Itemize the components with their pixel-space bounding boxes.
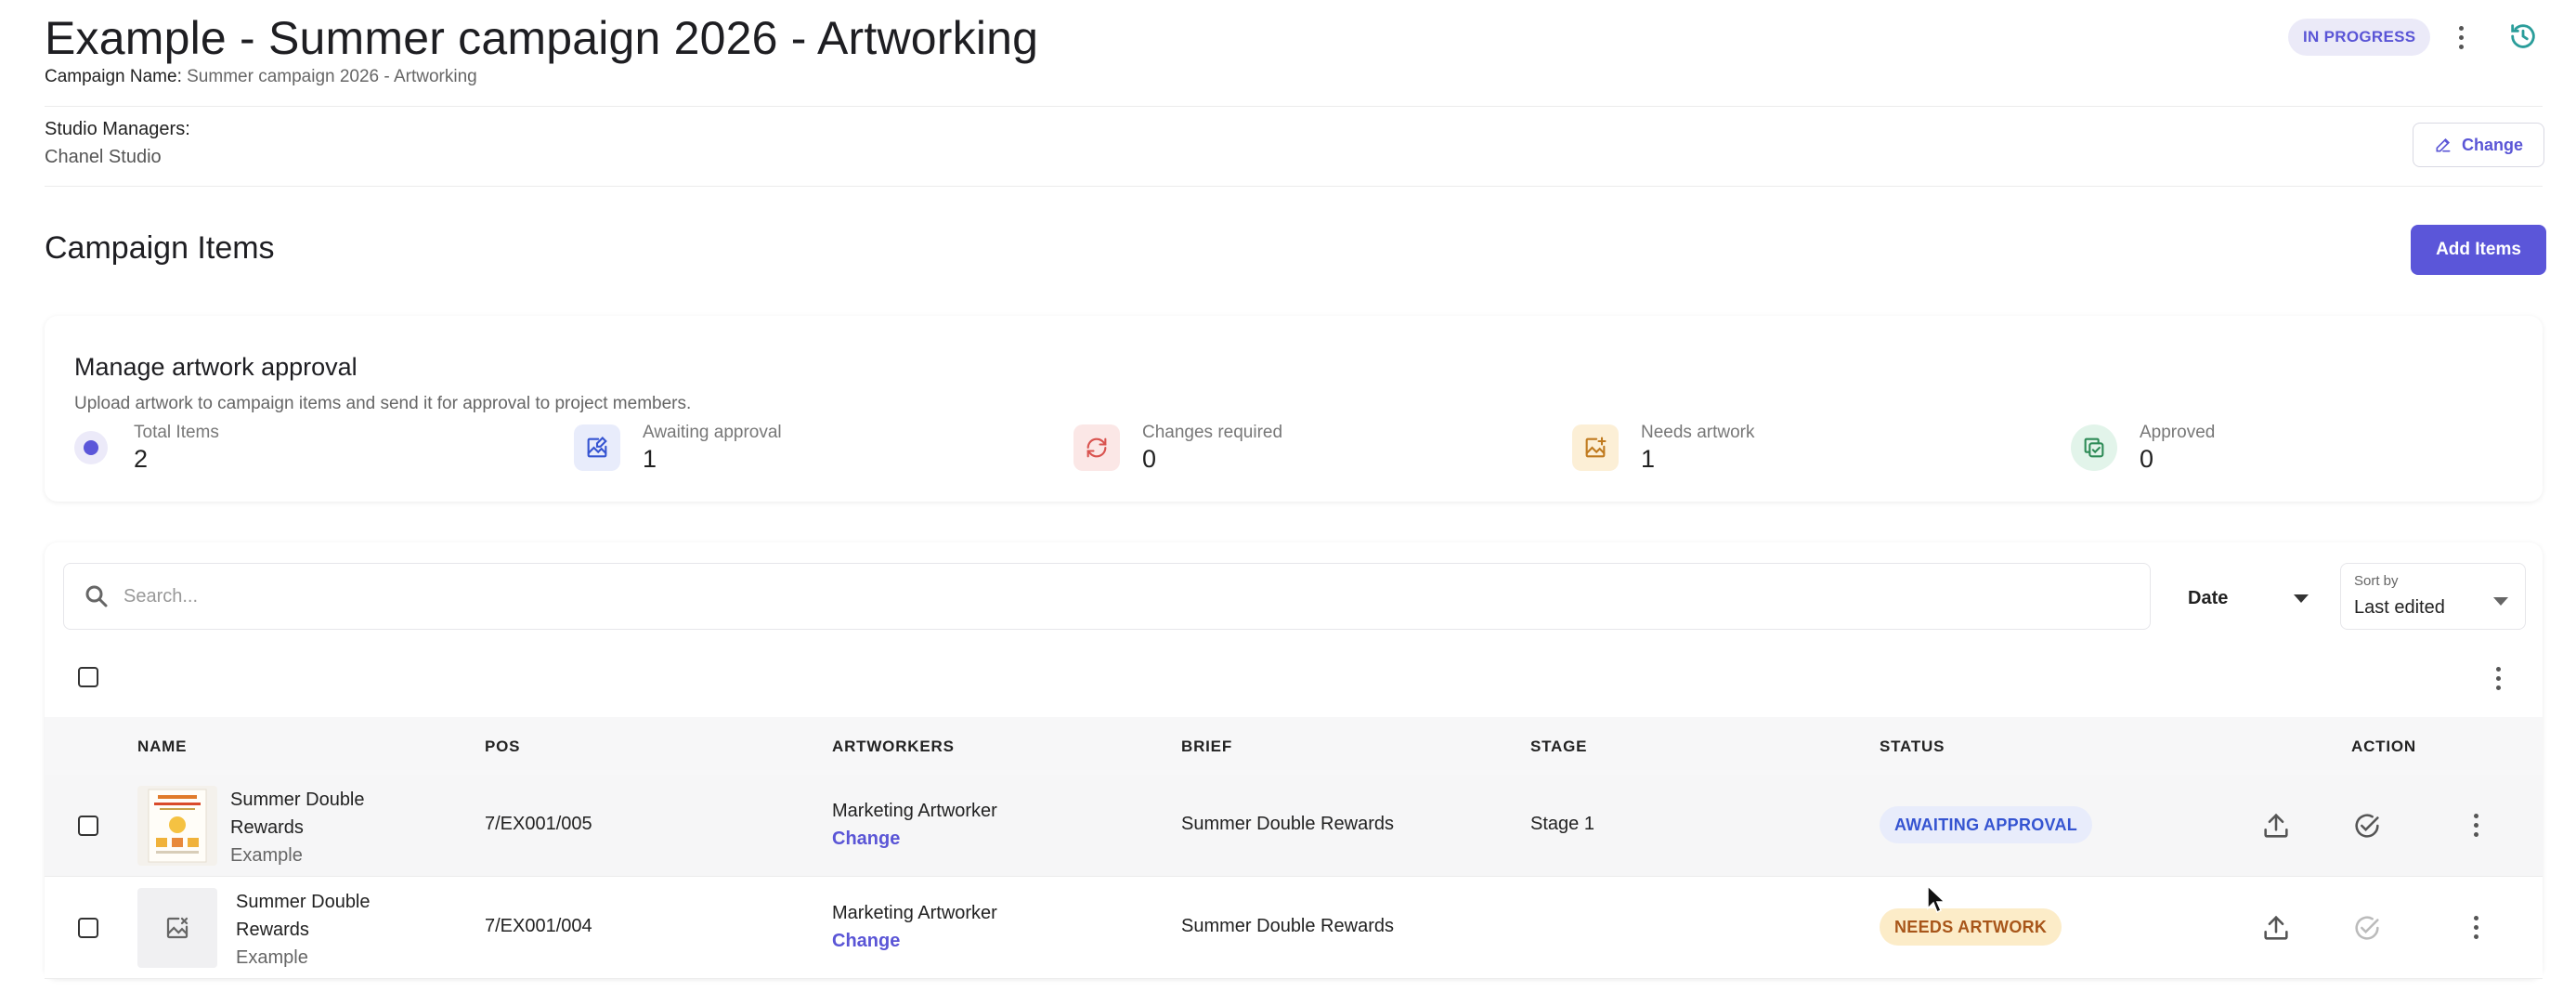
upload-icon[interactable] [2260, 912, 2292, 944]
approval-title: Manage artwork approval [74, 353, 358, 381]
divider [45, 106, 2543, 107]
stat-value: 1 [1641, 444, 1656, 473]
column-header-action: ACTION [2351, 737, 2416, 755]
stat-label: Awaiting approval [643, 422, 782, 442]
studio-managers-label: Studio Managers: [45, 119, 190, 139]
no-image-thumbnail[interactable] [137, 888, 217, 968]
row-checkbox[interactable] [78, 816, 98, 836]
item-pos: 7/EX001/005 [485, 814, 592, 834]
artworker-name: Marketing Artworker [832, 903, 997, 923]
item-subtitle: Example [236, 947, 308, 968]
stat-needs-artwork[interactable]: Needs artwork 1 [1572, 420, 1755, 476]
campaign-name-value: Summer campaign 2026 - Artworking [187, 67, 477, 86]
copy-check-icon [2071, 424, 2117, 471]
stat-changes-required[interactable]: Changes required 0 [1073, 420, 1282, 476]
mouse-cursor-icon [1927, 884, 1946, 914]
change-artworker-link[interactable]: Change [832, 825, 997, 853]
artwork-thumbnail[interactable] [137, 786, 217, 866]
column-header-status[interactable]: STATUS [1880, 737, 1945, 756]
search-placeholder: Search... [124, 585, 199, 607]
stat-awaiting-approval[interactable]: Awaiting approval 1 [574, 420, 782, 476]
stat-value: 2 [134, 444, 149, 473]
column-header-brief[interactable]: BRIEF [1181, 737, 1232, 756]
approve-check-icon [2355, 916, 2379, 940]
item-subtitle: Example [230, 845, 303, 866]
approve-check-icon[interactable] [2351, 810, 2383, 842]
row-more-options-icon[interactable] [2466, 908, 2485, 946]
column-header-pos[interactable]: POS [485, 737, 520, 756]
row-more-options-icon[interactable] [2466, 806, 2485, 843]
upload-icon[interactable] [2260, 810, 2292, 842]
date-filter-label: Date [2188, 587, 2229, 608]
status-badge: NEEDS ARTWORK [1880, 908, 2062, 946]
sort-caption: Sort by [2354, 573, 2399, 589]
stat-approved[interactable]: Approved 0 [2071, 420, 2215, 476]
history-clock-icon[interactable] [2507, 20, 2539, 52]
stat-total-items[interactable]: Total Items 2 [74, 420, 219, 476]
stat-value: 0 [1142, 444, 1157, 473]
table-header: NAME POS ARTWORKERS BRIEF STAGE STATUS A… [45, 717, 2543, 775]
search-icon [85, 585, 108, 607]
item-name[interactable]: Summer Double Rewards Example [236, 888, 403, 972]
sort-value: Last edited [2354, 597, 2445, 618]
stat-label: Total Items [134, 422, 219, 442]
date-filter-dropdown[interactable]: Date [2188, 580, 2309, 617]
dropdown-arrow-icon [2493, 597, 2508, 606]
artwork-approval-card: Manage artwork approval Upload artwork t… [45, 316, 2543, 502]
stat-label: Changes required [1142, 422, 1283, 442]
campaign-status-badge: IN PROGRESS [2288, 19, 2431, 56]
image-edit-icon [574, 424, 620, 471]
divider [45, 186, 2543, 187]
column-header-name[interactable]: NAME [137, 737, 187, 756]
image-add-icon [1572, 424, 1619, 471]
item-brief: Summer Double Rewards [1181, 814, 1394, 834]
column-header-stage[interactable]: STAGE [1530, 737, 1587, 756]
item-title: Summer Double Rewards [230, 790, 365, 838]
studio-managers-value: Chanel Studio [45, 147, 162, 167]
item-artworkers: Marketing Artworker Change [832, 899, 997, 955]
change-artworker-link[interactable]: Change [832, 927, 997, 955]
campaign-name: Campaign Name: Summer campaign 2026 - Ar… [45, 67, 477, 87]
search-input[interactable]: Search... [63, 563, 2151, 630]
stat-label: Needs artwork [1641, 422, 1755, 442]
items-table-card: Search... Date Sort by Last edited NAME … [45, 542, 2543, 979]
status-badge: AWAITING APPROVAL [1880, 806, 2093, 843]
campaign-name-label: Campaign Name: [45, 67, 182, 86]
dropdown-arrow-icon [2294, 594, 2309, 603]
select-all-checkbox[interactable] [78, 667, 98, 687]
item-title: Summer Double Rewards [236, 892, 371, 940]
item-stage: Stage 1 [1530, 814, 1594, 834]
campaign-page: Example - Summer campaign 2026 - Artwork… [0, 0, 2576, 992]
item-brief: Summer Double Rewards [1181, 916, 1394, 936]
column-header-artworkers[interactable]: ARTWORKERS [832, 737, 955, 756]
page-title: Example - Summer campaign 2026 - Artwork… [45, 12, 1039, 64]
stat-value: 0 [2140, 444, 2154, 473]
refresh-icon [1073, 424, 1120, 471]
image-off-icon [166, 917, 189, 939]
change-studio-label: Change [2461, 135, 2523, 154]
campaign-items-title: Campaign Items [45, 230, 275, 266]
row-checkbox[interactable] [78, 918, 98, 938]
item-pos: 7/EX001/004 [485, 916, 592, 936]
item-name[interactable]: Summer Double Rewards Example [230, 786, 397, 869]
change-studio-button[interactable]: Change [2413, 123, 2544, 167]
sort-by-select[interactable]: Sort by Last edited [2340, 563, 2526, 630]
more-options-icon[interactable] [2452, 19, 2470, 56]
item-artworkers: Marketing Artworker Change [832, 797, 997, 853]
approval-subtitle: Upload artwork to campaign items and sen… [74, 394, 692, 413]
table-row[interactable]: Summer Double Rewards Example 7/EX001/00… [45, 877, 2543, 979]
artworker-name: Marketing Artworker [832, 801, 997, 821]
stat-value: 1 [643, 444, 657, 473]
stat-label: Approved [2140, 422, 2216, 442]
table-row[interactable]: Summer Double Rewards Example 7/EX001/00… [45, 775, 2543, 877]
add-items-button[interactable]: Add Items [2411, 225, 2546, 275]
table-more-options-icon[interactable] [2489, 659, 2507, 697]
radio-dot-icon [74, 431, 108, 464]
pencil-icon [2436, 137, 2451, 152]
